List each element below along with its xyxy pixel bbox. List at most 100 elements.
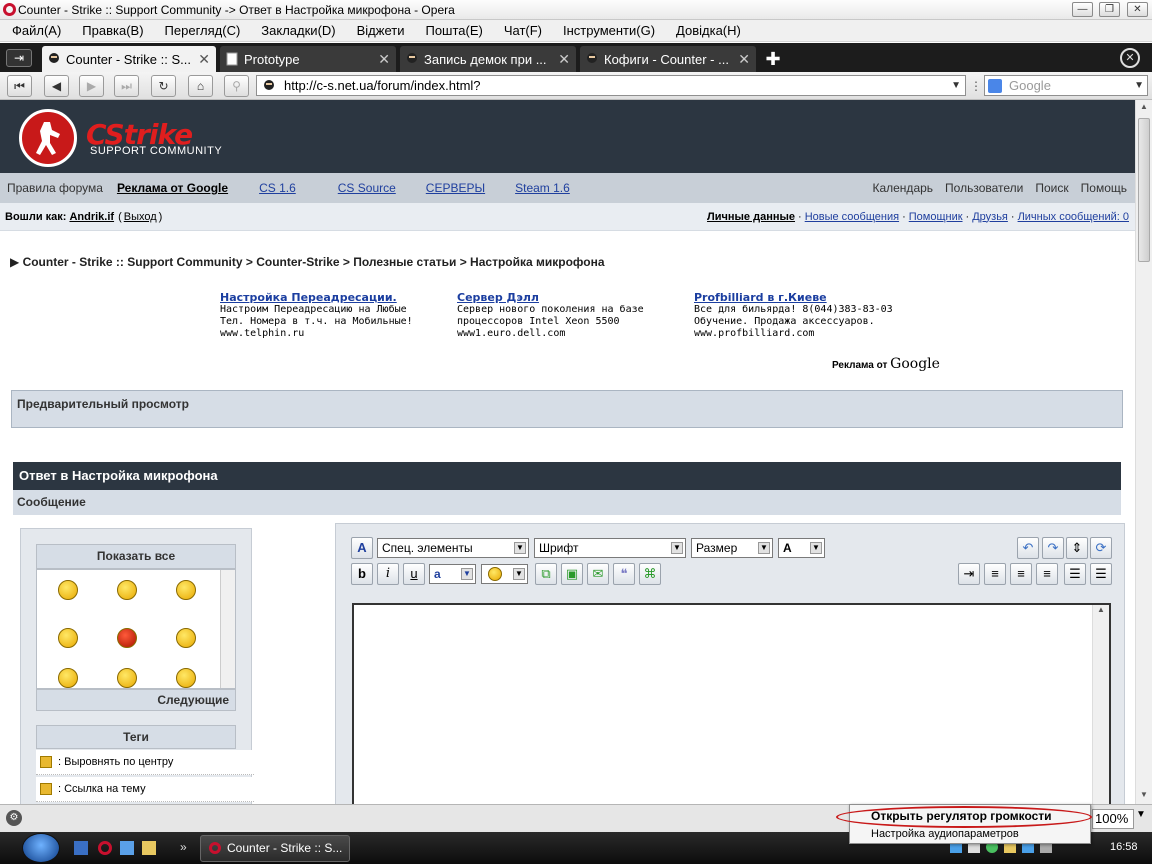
tab-close-icon[interactable]: ✕ [198, 51, 210, 68]
nav-cs-source[interactable]: CS Source [338, 181, 396, 195]
tag-center[interactable]: : Выровнять по центру [36, 750, 254, 775]
smiley-icon[interactable] [176, 668, 196, 688]
tab-close-icon[interactable]: ✕ [558, 51, 570, 68]
save-icon[interactable] [74, 841, 88, 855]
speed-dial-icon[interactable]: ⚙ [6, 810, 22, 826]
page-scrollbar[interactable]: ▲ ▼ [1135, 100, 1152, 804]
size-select[interactable]: Размер ▼ [691, 538, 773, 558]
menu-bookmarks[interactable]: Закладки(D) [249, 23, 344, 38]
nav-search[interactable]: Поиск [1035, 181, 1068, 195]
insert-link-icon[interactable]: ⧉ [535, 563, 557, 585]
quicklaunch-more-icon[interactable]: » [180, 840, 187, 854]
scroll-down-icon[interactable]: ▼ [1136, 790, 1152, 799]
ad-title[interactable]: Profbilliard в г.Киеве [694, 292, 893, 304]
search-engine-menu-icon[interactable]: ⋮ [970, 79, 982, 93]
align-right-icon[interactable]: ≡ [1036, 563, 1058, 585]
logout-link[interactable]: Выход [124, 211, 157, 223]
new-posts-link[interactable]: Новые сообщения [805, 211, 899, 223]
tab-demo-record[interactable]: Запись демок при ... ✕ [400, 46, 576, 72]
underline-button[interactable]: u [403, 563, 425, 585]
smiley-icon[interactable] [58, 628, 78, 648]
redo-icon[interactable]: ↷ [1042, 537, 1064, 559]
message-textarea[interactable]: ▲ [352, 603, 1111, 804]
folder-icon[interactable] [142, 841, 156, 855]
remove-format-icon[interactable]: A [351, 537, 373, 559]
menu-chat[interactable]: Чат(F) [492, 23, 551, 38]
tab-close-icon[interactable]: ✕ [378, 51, 390, 68]
nav-rules[interactable]: Правила форума [7, 181, 103, 195]
nav-google-ads[interactable]: Реклама от Google [117, 181, 228, 195]
text-color-select[interactable]: a ▼ [429, 564, 476, 584]
indent-icon[interactable]: ⇥ [958, 563, 980, 585]
tab-configs[interactable]: Кофиги - Counter - ... ✕ [580, 46, 756, 72]
ad-title[interactable]: Сервер Дэлл [457, 292, 644, 304]
nav-steam[interactable]: Steam 1.6 [515, 181, 570, 195]
insert-email-icon[interactable]: ✉ [587, 563, 609, 585]
fast-forward-icon[interactable]: ⏭ [114, 75, 139, 97]
search-dropdown-icon[interactable]: ▼ [1134, 76, 1144, 95]
show-all-smileys[interactable]: Показать все [36, 544, 236, 569]
emoticon-select[interactable]: ▼ [481, 564, 528, 584]
smiley-icon[interactable] [176, 580, 196, 600]
tag-topic-link[interactable]: : Ссылка на тему [36, 777, 254, 802]
smiley-icon[interactable] [117, 668, 137, 688]
next-smileys[interactable]: Следующие [36, 689, 236, 711]
forward-icon[interactable]: ▶ [79, 75, 104, 97]
ad-block[interactable]: Profbilliard в г.Киеве Все для бильярда!… [694, 292, 893, 340]
insert-image-icon[interactable]: ▣ [561, 563, 583, 585]
quote-icon[interactable]: ❝ [613, 563, 635, 585]
special-elements-select[interactable]: Спец. элементы ▼ [377, 538, 529, 558]
nav-users[interactable]: Пользователи [945, 181, 1023, 195]
home-icon[interactable]: ⌂ [188, 75, 213, 97]
nav-calendar[interactable]: Календарь [872, 181, 933, 195]
menu-mail[interactable]: Пошта(E) [413, 23, 491, 38]
back-icon[interactable]: ◀ [44, 75, 69, 97]
menu-help[interactable]: Довідка(H) [664, 23, 750, 38]
closed-tabs-icon[interactable]: ✕ [1120, 48, 1140, 68]
align-left-icon[interactable]: ≡ [984, 563, 1006, 585]
zoom-select[interactable]: 100% [1092, 809, 1134, 829]
minimize-button[interactable]: — [1072, 2, 1093, 17]
address-bar[interactable]: http://c-s.net.ua/forum/index.html? ▼ [256, 75, 966, 96]
zoom-dropdown-icon[interactable]: ▼ [1136, 809, 1146, 820]
nav-help[interactable]: Помощь [1081, 181, 1127, 195]
undo-icon[interactable]: ↶ [1017, 537, 1039, 559]
font-select[interactable]: Шрифт ▼ [534, 538, 686, 558]
italic-button[interactable]: i [377, 563, 399, 585]
start-button-icon[interactable] [22, 833, 60, 863]
scroll-thumb[interactable] [1138, 118, 1150, 262]
smiley-scrollbar[interactable] [220, 570, 235, 688]
font-color-select[interactable]: A ▼ [778, 538, 825, 558]
assistant-link[interactable]: Помощник [909, 211, 963, 223]
code-icon[interactable]: ⌘ [639, 563, 661, 585]
menu-view[interactable]: Перегляд(C) [153, 23, 250, 38]
audio-settings-item[interactable]: Настройка аудиопараметров [871, 828, 1019, 840]
maximize-button[interactable]: ❐ [1099, 2, 1120, 17]
smiley-icon[interactable] [117, 580, 137, 600]
menu-edit[interactable]: Правка(B) [70, 23, 152, 38]
tab-cs-community[interactable]: Counter - Strike :: S... ✕ [42, 46, 216, 72]
tab-prototype[interactable]: Prototype ✕ [220, 46, 396, 72]
resize-icon[interactable]: ⇕ [1066, 537, 1088, 559]
friends-link[interactable]: Друзья [972, 211, 1008, 223]
address-dropdown-icon[interactable]: ▼ [951, 76, 961, 95]
wand-icon[interactable]: ⚲ [224, 75, 249, 97]
new-tab-icon[interactable]: ✚ [762, 49, 784, 69]
ad-block[interactable]: Настройка Переадресации. Настроим Переад… [220, 292, 413, 340]
textarea-scrollbar[interactable]: ▲ [1092, 605, 1109, 804]
smiley-icon[interactable] [58, 668, 78, 688]
taskbar-window-opera[interactable]: Counter - Strike :: S... [200, 835, 350, 862]
nav-cs16[interactable]: CS 1.6 [259, 181, 296, 195]
scroll-up-icon[interactable]: ▲ [1136, 102, 1152, 111]
ad-block[interactable]: Сервер Дэлл Сервер нового поколения на б… [457, 292, 644, 340]
tab-close-icon[interactable]: ✕ [738, 51, 750, 68]
reload-icon[interactable]: ↻ [151, 75, 176, 97]
clock[interactable]: 16:58 [1110, 841, 1138, 853]
cs-logo-icon[interactable] [19, 109, 77, 167]
bold-button[interactable]: b [351, 563, 373, 585]
search-input[interactable]: Google ▼ [984, 75, 1148, 96]
desktop-icon[interactable] [120, 841, 134, 855]
menu-tools[interactable]: Інструменти(G) [551, 23, 664, 38]
ads-by-google[interactable]: Реклама от Google [832, 356, 940, 372]
nav-servers[interactable]: СЕРВЕРЫ [426, 181, 485, 195]
